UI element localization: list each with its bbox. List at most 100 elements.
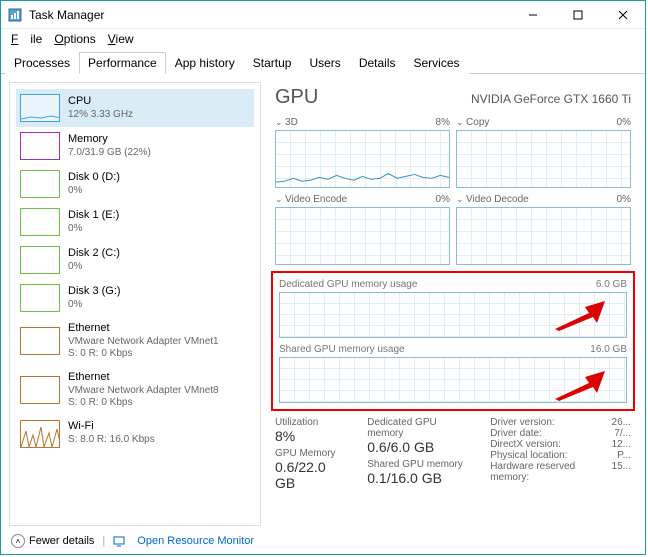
tab-details[interactable]: Details: [350, 52, 405, 74]
sidebar-item-disk-1-e-[interactable]: Disk 1 (E:)0%: [16, 203, 254, 241]
sidebar-item-ethernet[interactable]: EthernetVMware Network Adapter VMnet1S: …: [16, 317, 254, 366]
graph-encode[interactable]: [275, 207, 450, 265]
titlebar[interactable]: Task Manager: [1, 1, 645, 29]
sidebar-item-disk-2-c-[interactable]: Disk 2 (C:)0%: [16, 241, 254, 279]
page-title: GPU: [275, 86, 318, 109]
graph-decode[interactable]: [456, 207, 631, 265]
graph-encode-pct: 0%: [436, 194, 450, 205]
graph-encode-label[interactable]: Video Encode: [275, 194, 347, 205]
util-label: Utilization: [275, 417, 343, 428]
menu-file[interactable]: File: [5, 32, 48, 46]
info-directx-v: 12...: [612, 439, 631, 450]
dedicated-label: Dedicated GPU memory usage: [279, 279, 417, 290]
sidebar[interactable]: CPU12% 3.33 GHzMemory7.0/31.9 GB (22%)Di…: [9, 82, 261, 526]
sha-value: 0.1/16.0 GB: [367, 470, 466, 486]
minimize-button[interactable]: [510, 1, 555, 29]
sidebar-item-sub2: S: 0 R: 0 Kbps: [68, 397, 219, 410]
separator: |: [102, 535, 105, 547]
highlighted-memory-section: Dedicated GPU memory usage 6.0 GB Shared …: [271, 271, 635, 411]
thumbnail-graph: [20, 170, 60, 198]
info-driver-date-v: 7/...: [614, 428, 631, 439]
menu-options[interactable]: Options: [48, 32, 101, 46]
graph-decode-label[interactable]: Video Decode: [456, 194, 529, 205]
shared-max: 16.0 GB: [590, 344, 627, 355]
tab-performance[interactable]: Performance: [79, 52, 166, 74]
thumbnail-graph: [20, 208, 60, 236]
tab-app-history[interactable]: App history: [166, 52, 244, 74]
graph-shared[interactable]: [279, 357, 627, 403]
sidebar-item-cpu[interactable]: CPU12% 3.33 GHz: [16, 89, 254, 127]
info-location-k: Physical location:: [490, 450, 567, 461]
sidebar-item-name: Disk 1 (E:): [68, 209, 119, 223]
thumbnail-graph: [20, 420, 60, 448]
thumbnail-graph: [20, 327, 60, 355]
sidebar-item-sub: S: 8.0 R: 16.0 Kbps: [68, 434, 155, 447]
graph-3d[interactable]: [275, 130, 450, 188]
main-panel: GPU NVIDIA GeForce GTX 1660 Ti 3D 8% Copy…: [261, 74, 645, 534]
info-reserved-v: 15...: [612, 461, 631, 483]
graph-decode-pct: 0%: [617, 194, 631, 205]
fewer-details-button[interactable]: Fewer details: [29, 535, 94, 547]
graph-3d-label[interactable]: 3D: [275, 117, 298, 128]
sidebar-item-wi-fi[interactable]: Wi-FiS: 8.0 R: 16.0 Kbps: [16, 415, 254, 453]
app-icon: [7, 7, 23, 23]
monitor-icon: [113, 535, 125, 547]
sidebar-item-ethernet[interactable]: EthernetVMware Network Adapter VMnet8S: …: [16, 366, 254, 415]
chevron-up-icon[interactable]: ˄: [11, 534, 25, 548]
sidebar-item-name: Wi-Fi: [68, 420, 155, 434]
sidebar-item-sub: VMware Network Adapter VMnet8: [68, 385, 219, 398]
sidebar-item-name: CPU: [68, 95, 133, 109]
ded-label: Dedicated GPU memory: [367, 417, 466, 439]
maximize-button[interactable]: [555, 1, 600, 29]
sidebar-item-memory[interactable]: Memory7.0/31.9 GB (22%): [16, 127, 254, 165]
gpu-name: NVIDIA GeForce GTX 1660 Ti: [471, 92, 631, 106]
sidebar-item-sub: 0%: [68, 223, 119, 236]
ded-value: 0.6/6.0 GB: [367, 439, 466, 455]
close-button[interactable]: [600, 1, 645, 29]
info-reserved-k: Hardware reserved memory:: [490, 461, 603, 483]
thumbnail-graph: [20, 94, 60, 122]
sidebar-item-name: Disk 3 (G:): [68, 285, 121, 299]
info-driver-version-k: Driver version:: [490, 417, 554, 428]
util-value: 8%: [275, 428, 343, 444]
window-frame: Task Manager File Options View Processes…: [0, 0, 646, 555]
sidebar-item-sub: 7.0/31.9 GB (22%): [68, 147, 151, 160]
sidebar-item-name: Ethernet: [68, 322, 219, 336]
sidebar-item-disk-3-g-[interactable]: Disk 3 (G:)0%: [16, 279, 254, 317]
sidebar-item-sub: 0%: [68, 261, 120, 274]
sidebar-item-disk-0-d-[interactable]: Disk 0 (D:)0%: [16, 165, 254, 203]
tab-startup[interactable]: Startup: [244, 52, 301, 74]
dedicated-max: 6.0 GB: [596, 279, 627, 290]
thumbnail-graph: [20, 284, 60, 312]
sidebar-item-name: Disk 2 (C:): [68, 247, 120, 261]
graph-copy-label[interactable]: Copy: [456, 117, 489, 128]
thumbnail-graph: [20, 376, 60, 404]
menu-view[interactable]: View: [102, 32, 140, 46]
sha-label: Shared GPU memory: [367, 459, 466, 470]
graph-copy-pct: 0%: [617, 117, 631, 128]
info-directx-k: DirectX version:: [490, 439, 561, 450]
gmem-value: 0.6/22.0 GB: [275, 459, 343, 491]
window-title: Task Manager: [29, 8, 510, 22]
sidebar-item-sub: 12% 3.33 GHz: [68, 109, 133, 122]
sidebar-item-sub2: S: 0 R: 0 Kbps: [68, 348, 219, 361]
sidebar-item-name: Ethernet: [68, 371, 219, 385]
graph-copy[interactable]: [456, 130, 631, 188]
gmem-label: GPU Memory: [275, 448, 343, 459]
tab-users[interactable]: Users: [300, 52, 349, 74]
graph-dedicated[interactable]: [279, 292, 627, 338]
tabs: Processes Performance App history Startu…: [1, 49, 645, 74]
shared-label: Shared GPU memory usage: [279, 344, 405, 355]
sidebar-item-sub: VMware Network Adapter VMnet1: [68, 336, 219, 349]
tab-services[interactable]: Services: [405, 52, 469, 74]
tab-processes[interactable]: Processes: [5, 52, 79, 74]
thumbnail-graph: [20, 132, 60, 160]
graph-3d-pct: 8%: [436, 117, 450, 128]
open-resource-monitor-link[interactable]: Open Resource Monitor: [137, 535, 254, 547]
sidebar-item-name: Disk 0 (D:): [68, 171, 120, 185]
info-driver-date-k: Driver date:: [490, 428, 542, 439]
thumbnail-graph: [20, 246, 60, 274]
sidebar-item-name: Memory: [68, 133, 151, 147]
sidebar-item-sub: 0%: [68, 299, 121, 312]
info-driver-version-v: 26...: [612, 417, 631, 428]
